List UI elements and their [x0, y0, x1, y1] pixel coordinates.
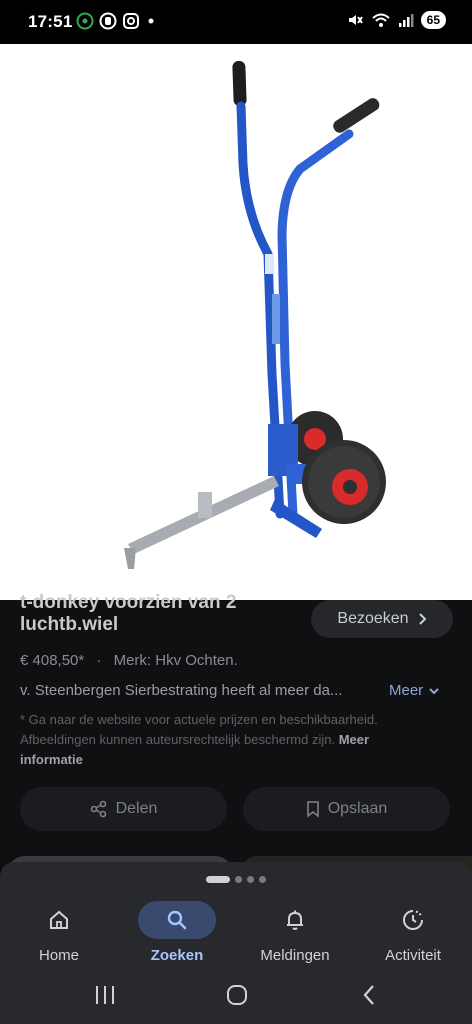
result-details: t-donkey voorzien van 2 luchtb.wiel Bezo…: [0, 592, 472, 896]
nav-notifications[interactable]: Meldingen: [236, 896, 354, 968]
notification-icons: [76, 12, 157, 30]
home-button-icon[interactable]: [225, 982, 249, 1008]
mute-icon: [348, 15, 363, 25]
more-link[interactable]: Meer: [389, 682, 440, 699]
visit-button[interactable]: Bezoeken: [311, 600, 453, 638]
description-row: v. Steenbergen Sierbestrating heeft al m…: [20, 682, 450, 699]
nav-search-label: Zoeken: [150, 947, 204, 964]
system-status-icons: 65: [346, 11, 446, 29]
product-title-line1: t-donkey voorzien van 2: [20, 592, 237, 612]
nav-search[interactable]: Zoeken: [118, 896, 236, 968]
nav-activity-icon-wrap: [374, 901, 452, 939]
battery-indicator: 65: [420, 11, 446, 29]
whatsapp-icon: [99, 12, 117, 30]
nav-home[interactable]: Home: [0, 896, 118, 968]
brand: Merk: Hkv Ochten.: [113, 652, 238, 669]
home-icon: [50, 910, 68, 929]
product-image[interactable]: [0, 44, 472, 600]
separator: ·: [96, 652, 102, 669]
nav-notifications-icon-wrap: [256, 901, 334, 939]
save-button[interactable]: Opslaan: [243, 787, 450, 831]
disclaimer: * Ga naar de website voor actuele prijze…: [20, 710, 420, 770]
pagination-dots[interactable]: [206, 876, 266, 883]
pagination-sheet: [0, 862, 472, 896]
status-time: 17:51: [28, 12, 73, 31]
product-title-line2: luchtb.wiel: [20, 614, 119, 635]
recent-apps-icon[interactable]: [93, 982, 117, 1008]
nav-home-icon-wrap: [20, 901, 98, 939]
price-brand-row: € 408,50* · Merk: Hkv Ochten.: [20, 652, 238, 669]
hand-trolley-illustration: [124, 61, 386, 569]
share-button[interactable]: Delen: [20, 787, 227, 831]
bottom-navigation: Home Zoeken Meldingen Activiteit: [0, 896, 472, 968]
wifi-icon: [371, 13, 390, 27]
dot-icon: [148, 18, 154, 24]
status-bar: 17:51 65: [0, 0, 472, 44]
page-dot-active: [206, 876, 230, 883]
page-dot: [259, 876, 266, 883]
nav-activity[interactable]: Activiteit: [354, 896, 472, 968]
disclaimer-text: * Ga naar de website voor actuele prijze…: [20, 712, 378, 747]
page-dot: [235, 876, 242, 883]
more-label: Meer: [389, 682, 424, 699]
podcast-icon: [76, 12, 94, 30]
signal-icon: [398, 14, 414, 27]
activity-icon: [403, 910, 423, 930]
bookmark-icon: [306, 801, 319, 818]
nav-home-label: Home: [38, 947, 79, 964]
price: € 408,50*: [20, 652, 85, 669]
share-icon: [90, 800, 106, 818]
chevron-right-icon: [418, 613, 426, 625]
share-label: Delen: [115, 800, 158, 817]
nav-notifications-label: Meldingen: [260, 947, 330, 964]
search-icon: [167, 910, 187, 930]
product-title[interactable]: t-donkey voorzien van 2 luchtb.wiel: [20, 592, 300, 637]
visit-label: Bezoeken: [337, 610, 409, 627]
page-dot: [247, 876, 254, 883]
nav-activity-label: Activiteit: [385, 947, 441, 964]
system-navigation: [0, 968, 472, 1024]
nav-search-icon-wrap: [138, 901, 216, 939]
back-icon[interactable]: [358, 982, 382, 1008]
chevron-down-icon: [429, 687, 439, 694]
description: v. Steenbergen Sierbestrating heeft al m…: [20, 682, 343, 699]
bell-icon: [287, 910, 303, 930]
instagram-icon: [123, 13, 139, 29]
save-label: Opslaan: [327, 800, 388, 817]
